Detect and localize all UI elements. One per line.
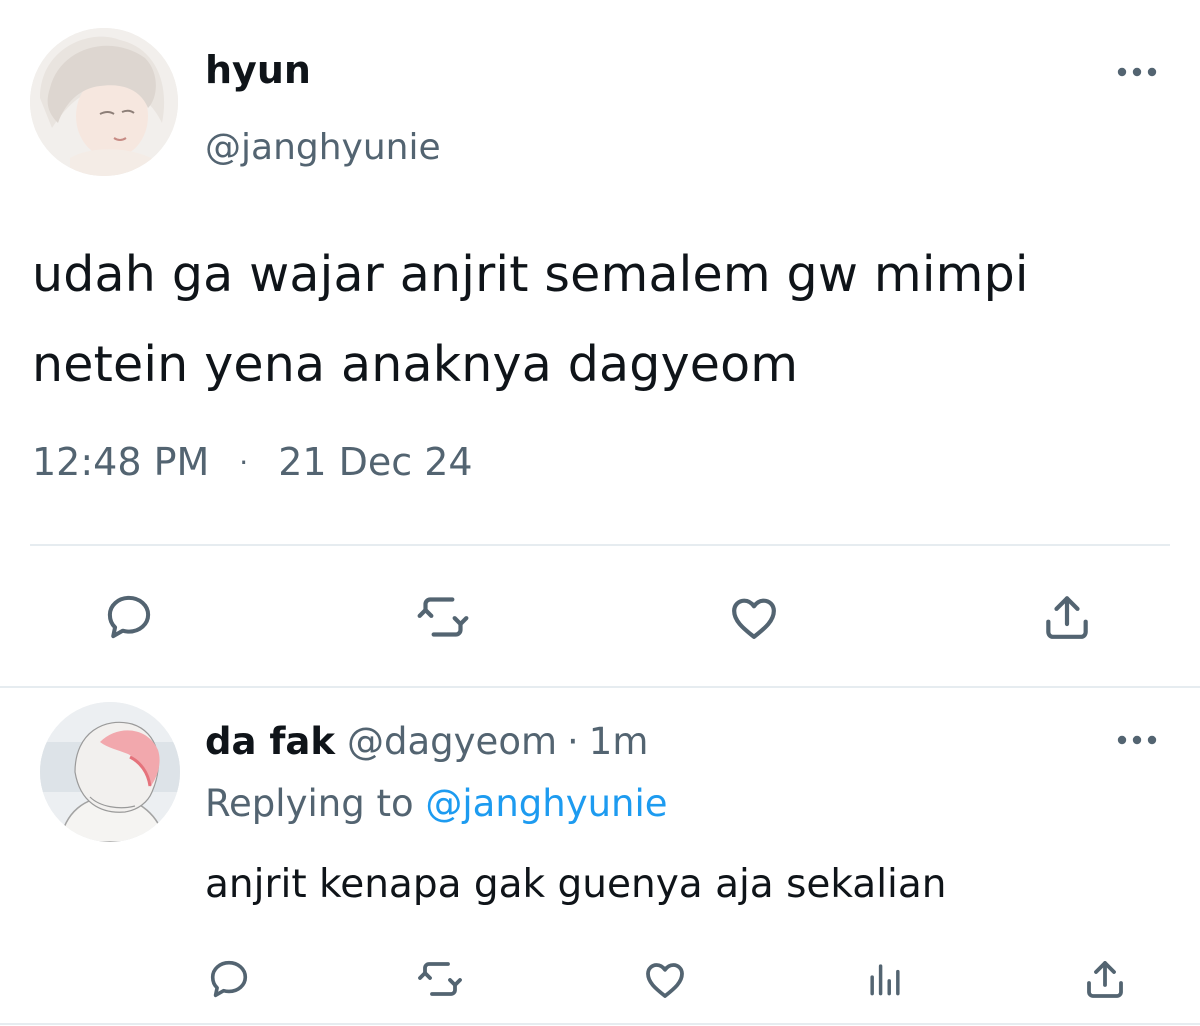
- reply-retweet-button[interactable]: [405, 944, 475, 1014]
- reply-text: anjrit kenapa gak guenya aja sekalian: [205, 862, 947, 907]
- tweet-date: 21 Dec 24: [278, 440, 473, 484]
- avatar[interactable]: [30, 28, 178, 176]
- divider: [0, 1023, 1200, 1025]
- like-button[interactable]: [719, 582, 789, 652]
- reply-icon: [107, 595, 151, 639]
- tweet-detail-page: hyun @janghyunie udah ga wajar anjrit se…: [0, 0, 1200, 1026]
- tweet-time: 12:48 PM: [32, 440, 210, 484]
- share-icon: [1046, 596, 1088, 639]
- divider: [30, 544, 1170, 546]
- tweet-timestamp[interactable]: 12:48 PM · 21 Dec 24: [32, 440, 473, 484]
- meta-separator: ·: [239, 445, 249, 479]
- retweet-icon: [418, 962, 462, 996]
- replying-to-prefix: Replying to: [205, 782, 414, 825]
- reply-separator: ·: [567, 720, 579, 763]
- share-icon: [1087, 961, 1123, 998]
- author-handle[interactable]: @janghyunie: [205, 127, 441, 168]
- like-icon: [732, 598, 776, 639]
- more-horizontal-icon: [1117, 67, 1157, 77]
- replying-to: Replying to @janghyunie: [205, 782, 668, 825]
- divider: [0, 686, 1200, 688]
- reply-time-ago[interactable]: 1m: [589, 720, 649, 763]
- reply-avatar[interactable]: [40, 702, 180, 842]
- reply-icon: [210, 960, 248, 998]
- like-icon: [646, 963, 684, 998]
- retweet-icon: [417, 597, 469, 637]
- analytics-icon: [870, 964, 900, 996]
- retweet-button[interactable]: [408, 582, 478, 652]
- avatar-image: [40, 702, 180, 842]
- tweet-text: udah ga wajar anjrit semalem gw mimpi ne…: [32, 246, 1029, 393]
- reply-share-button[interactable]: [1070, 944, 1140, 1014]
- reply-analytics-button[interactable]: [850, 944, 920, 1014]
- reply-like-button[interactable]: [630, 944, 700, 1014]
- reply-author-handle[interactable]: @dagyeom: [347, 720, 557, 763]
- reply-reply-button[interactable]: [194, 944, 264, 1014]
- replying-to-handle-link[interactable]: @janghyunie: [425, 782, 667, 825]
- reply-author-display-name[interactable]: da fak: [205, 720, 335, 763]
- share-button[interactable]: [1032, 582, 1102, 652]
- reply-more-options-button[interactable]: [1107, 720, 1167, 760]
- reply-header: da fak @dagyeom · 1m: [205, 720, 648, 763]
- author-display-name[interactable]: hyun: [205, 48, 311, 92]
- more-horizontal-icon: [1117, 735, 1157, 745]
- reply-button[interactable]: [94, 582, 164, 652]
- more-options-button[interactable]: [1107, 52, 1167, 92]
- avatar-image: [30, 28, 178, 176]
